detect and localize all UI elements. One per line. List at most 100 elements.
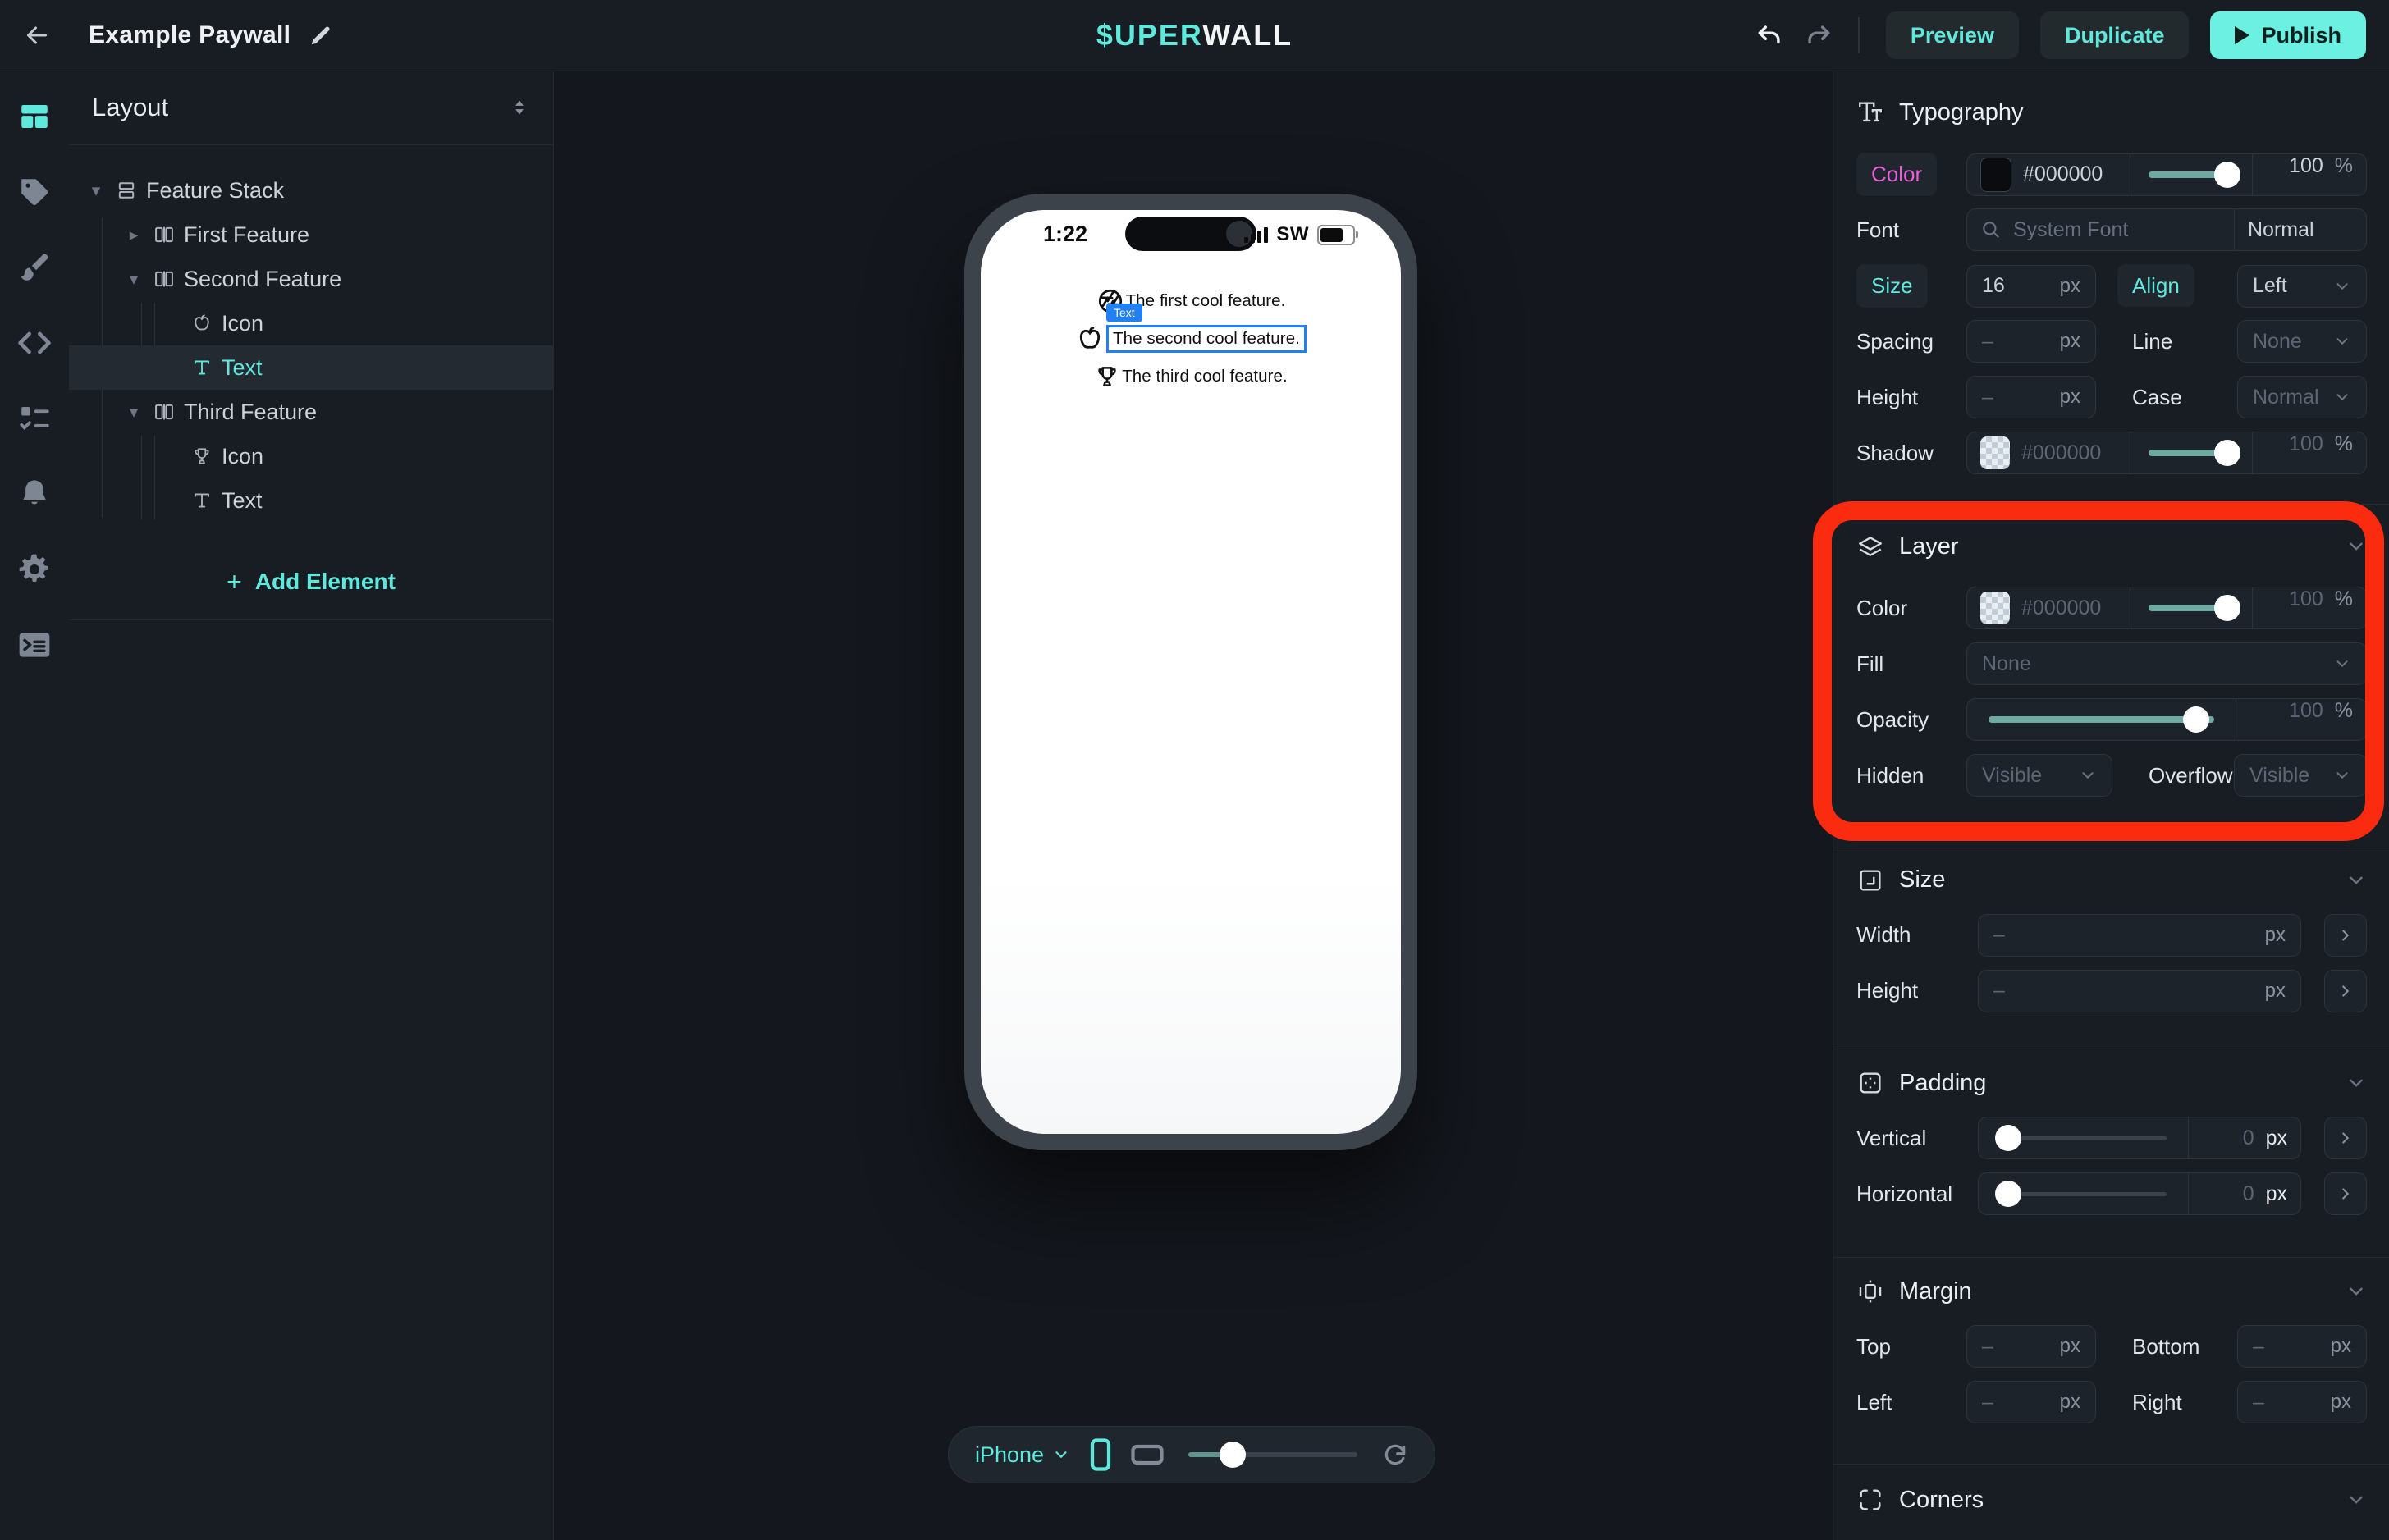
opacity-value[interactable]: 100% [2236,699,2366,740]
tree-item-third-feature[interactable]: ▾Third Feature [69,390,553,434]
layer-color-hex-field[interactable]: #000000 [1967,587,2130,628]
slider-knob[interactable] [2214,595,2240,621]
portrait-orientation-icon[interactable] [1088,1438,1113,1471]
shadow-opacity-slider[interactable] [2130,432,2252,473]
layer-color-opacity-value[interactable]: 100% [2252,587,2366,628]
rail-brush-icon[interactable] [0,230,69,305]
collapse-chevron-icon[interactable] [2346,870,2367,891]
undo-icon[interactable] [1756,21,1784,49]
redo-icon[interactable] [1804,21,1832,49]
margin-right-input[interactable]: –px [2237,1381,2367,1423]
align-select[interactable]: Left [2237,265,2367,308]
collapse-chevron-icon[interactable] [2346,536,2367,557]
tree-item-icon[interactable]: Icon [69,434,553,478]
font-size-label[interactable]: Size [1856,264,1928,308]
opacity-slider[interactable] [1967,699,2236,740]
collapse-chevron-icon[interactable] [2346,1489,2367,1510]
sort-icon[interactable] [509,97,530,118]
font-size-input[interactable]: 16px [1966,265,2096,308]
slider-knob[interactable] [2214,440,2240,466]
device-selector[interactable]: iPhone [975,1442,1070,1468]
color-opacity-slider[interactable] [2130,154,2252,195]
letter-spacing-input[interactable]: –px [1966,320,2096,363]
vertical-padding-value[interactable]: 0px [2188,1117,2300,1158]
margin-left-input[interactable]: –px [1966,1381,2096,1423]
margin-left-label: Left [1856,1390,1966,1415]
slider-knob[interactable] [1995,1125,2021,1151]
layer-color-swatch[interactable] [1980,592,2010,624]
tree-item-first-feature[interactable]: ▸First Feature [69,212,553,257]
edit-title-icon[interactable] [309,23,333,48]
selection-type-badge: Text [1106,304,1142,322]
zoom-slider[interactable] [1188,1452,1357,1457]
shadow-hex-field[interactable]: #000000 [1967,432,2130,473]
vertical-padding-label: Vertical [1856,1126,1966,1151]
rail-checklist-icon[interactable] [0,381,69,456]
rail-layout-icon[interactable] [0,79,69,154]
slider-knob[interactable] [1995,1181,2021,1207]
trophy-icon [184,446,220,467]
overflow-select[interactable]: Visible [2234,754,2367,797]
caret-down-icon[interactable]: ▾ [121,269,146,290]
shadow-opacity-value[interactable]: 100% [2252,432,2366,473]
landscape-orientation-icon[interactable] [1131,1442,1164,1467]
collapse-chevron-icon[interactable] [2346,1072,2367,1094]
phone-screen[interactable]: 1:22 SW The first cool feature.TextThe s… [981,210,1401,1134]
color-hex-field[interactable]: #000000 [1967,154,2130,195]
hidden-select[interactable]: Visible [1966,754,2112,797]
refresh-icon[interactable] [1382,1442,1408,1468]
back-arrow-icon [22,21,52,50]
selected-element-outline[interactable]: TextThe second cool feature. [1106,325,1307,353]
rail-bell-icon[interactable] [0,456,69,532]
caret-down-icon[interactable]: ▾ [84,181,108,201]
feature-row[interactable]: TextThe second cool feature. [1075,320,1307,358]
zoom-slider-knob[interactable] [1220,1442,1246,1468]
horizontal-padding-value[interactable]: 0px [2188,1173,2300,1214]
publish-button[interactable]: Publish [2210,11,2366,59]
slider-knob[interactable] [2183,706,2209,733]
columns-icon [146,267,182,290]
font-search-input[interactable]: System Font [1967,209,2234,250]
tree-item-second-feature[interactable]: ▾Second Feature [69,257,553,301]
vertical-padding-slider[interactable] [1979,1117,2188,1158]
rail-terminal-icon[interactable] [0,607,69,683]
tree-item-text[interactable]: Text [69,345,553,390]
shadow-swatch[interactable] [1980,436,2010,469]
width-input[interactable]: –px [1978,914,2301,957]
case-select[interactable]: Normal [2237,376,2367,418]
canvas: 1:22 SW The first cool feature.TextThe s… [554,71,1833,1540]
margin-top-input[interactable]: –px [1966,1325,2096,1368]
width-expand-button[interactable] [2324,914,2367,957]
caret-down-icon[interactable]: ▾ [121,402,146,423]
align-label[interactable]: Align [2117,264,2194,307]
text-color-label[interactable]: Color [1856,153,1937,196]
rail-gear-icon[interactable] [0,532,69,607]
add-element-button[interactable]: + Add Element [69,544,553,620]
duplicate-button[interactable]: Duplicate [2040,11,2190,59]
height-expand-button[interactable] [2324,970,2367,1012]
tree-item-icon[interactable]: Icon [69,301,553,345]
tree-item-text[interactable]: Text [69,478,553,523]
collapse-chevron-icon[interactable] [2346,1281,2367,1302]
fill-select[interactable]: None [1966,642,2367,685]
layer-color-opacity-slider[interactable] [2130,587,2252,628]
vertical-padding-expand-button[interactable] [2324,1117,2367,1159]
height-input[interactable]: –px [1978,970,2301,1012]
rail-tag-icon[interactable] [0,154,69,230]
rail-code-icon[interactable] [0,305,69,381]
line-height-input[interactable]: –px [1966,376,2096,418]
preview-button[interactable]: Preview [1886,11,2019,59]
feature-row[interactable]: The third cool feature. [1094,358,1288,395]
color-swatch[interactable] [1980,158,2011,192]
slider-knob[interactable] [2214,162,2240,188]
tree-item-feature-stack[interactable]: ▾Feature Stack [69,168,553,212]
back-button[interactable] [0,0,74,71]
horizontal-padding-slider[interactable] [1979,1173,2188,1214]
line-select[interactable]: None [2237,320,2367,363]
typography-section: Typography Color #000000 100% Font [1833,71,2389,505]
color-opacity-value[interactable]: 100% [2252,154,2366,195]
font-weight-select[interactable]: Normal [2234,209,2366,250]
margin-bottom-input[interactable]: –px [2237,1325,2367,1368]
horizontal-padding-expand-button[interactable] [2324,1172,2367,1215]
caret-right-icon[interactable]: ▸ [121,225,146,245]
